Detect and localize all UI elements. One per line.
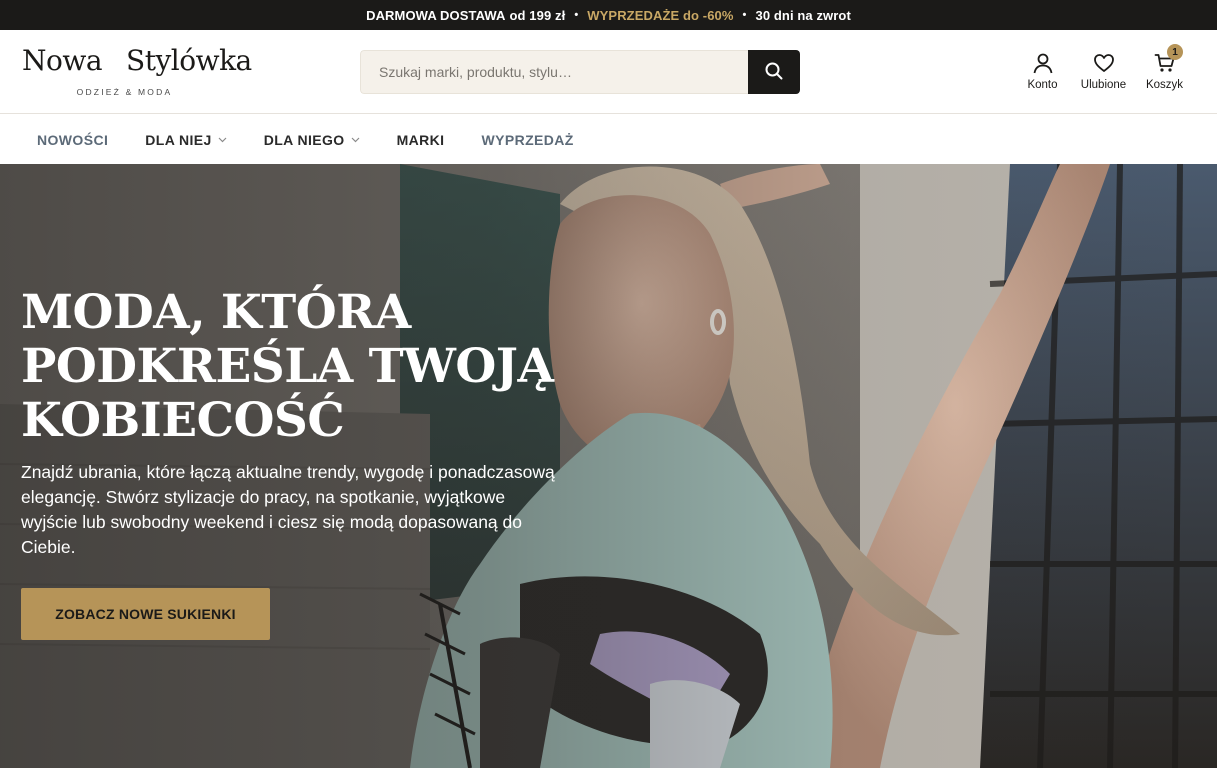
free-shipping-label: DARMOWA DOSTAWA xyxy=(366,7,506,23)
nav-item-label: DLA NIEJ xyxy=(145,131,212,148)
sale-notice[interactable]: WYPRZEDAŻE do -60% xyxy=(587,8,733,23)
hero-heading-line: MODA, KTÓRA xyxy=(21,285,411,340)
logo-tagline: ODZIEŻ & MODA xyxy=(76,87,173,97)
logo-word-stylowka: Stylówka xyxy=(126,44,252,77)
nav-item-wyprzedaz[interactable]: WYPRZEDAŻ xyxy=(481,132,573,148)
cart-label: Koszyk xyxy=(1145,79,1184,91)
nav-item-label: NOWOŚCI xyxy=(37,131,109,148)
logo-word-nowa: Nowa xyxy=(22,44,103,77)
announcement-bar: DARMOWA DOSTAWA od 199 zł • WYPRZEDAŻE d… xyxy=(0,0,1217,30)
nav-item-label: DLA NIEGO xyxy=(263,131,345,148)
nav-item-dla-niego[interactable]: DLA NIEGO xyxy=(264,132,360,148)
nav-item-label: WYPRZEDAŻ xyxy=(481,131,574,148)
brand-logo[interactable]: Nowa Stylówka ODZIEŻ & MODA xyxy=(22,44,252,104)
main-navigation: NOWOŚCI DLA NIEJ DLA NIEGO MARKI WYPRZED… xyxy=(0,115,1217,164)
wishlist-label: Ulubione xyxy=(1080,79,1127,91)
nav-item-marki[interactable]: MARKI xyxy=(397,132,445,148)
hero-heading: MODA, KTÓRA PODKREŚLA TWOJĄ KOBIECOŚĆ xyxy=(21,286,581,448)
account-button[interactable]: Konto xyxy=(1012,50,1073,91)
header-actions: Konto Ulubione 1 Koszyk xyxy=(1012,44,1195,91)
chevron-down-icon xyxy=(218,137,227,143)
hero-heading-line: KOBIECOŚĆ xyxy=(21,393,345,448)
logo-wordmark: Nowa Stylówka xyxy=(22,44,252,77)
see-new-dresses-button[interactable]: ZOBACZ NOWE SUKIENKI xyxy=(21,588,270,640)
wishlist-button[interactable]: Ulubione xyxy=(1073,50,1134,91)
search-button[interactable] xyxy=(748,50,800,94)
search-input[interactable] xyxy=(360,50,748,94)
free-shipping-threshold: od 199 zł xyxy=(509,7,566,23)
nav-item-nowosci[interactable]: NOWOŚCI xyxy=(37,132,108,148)
cart-button[interactable]: 1 Koszyk xyxy=(1134,44,1195,91)
search-icon xyxy=(765,62,783,83)
hero-banner: MODA, KTÓRA PODKREŚLA TWOJĄ KOBIECOŚĆ Zn… xyxy=(0,164,1217,768)
nav-item-dla-niej[interactable]: DLA NIEJ xyxy=(145,131,227,148)
site-header: Nowa Stylówka ODZIEŻ & MODA Konto Ulubio… xyxy=(0,30,1217,114)
hero-description: Znajdź ubrania, które łączą aktualne tre… xyxy=(21,462,555,557)
cart-count-badge: 1 xyxy=(1167,44,1183,60)
user-icon xyxy=(1032,50,1054,76)
chevron-down-icon xyxy=(351,137,360,143)
free-shipping-notice: DARMOWA DOSTAWA od 199 zł xyxy=(366,8,565,23)
returns-notice: 30 dni na zwrot xyxy=(755,7,851,23)
hero-heading-line: PODKREŚLA TWOJĄ xyxy=(21,339,554,394)
separator-dot: • xyxy=(742,9,747,21)
hero-content: MODA, KTÓRA PODKREŚLA TWOJĄ KOBIECOŚĆ Zn… xyxy=(21,286,581,640)
separator-dot: • xyxy=(574,9,579,21)
account-label: Konto xyxy=(1027,79,1058,91)
search-bar xyxy=(360,50,800,94)
nav-item-label: MARKI xyxy=(396,131,445,148)
heart-icon xyxy=(1093,50,1115,76)
